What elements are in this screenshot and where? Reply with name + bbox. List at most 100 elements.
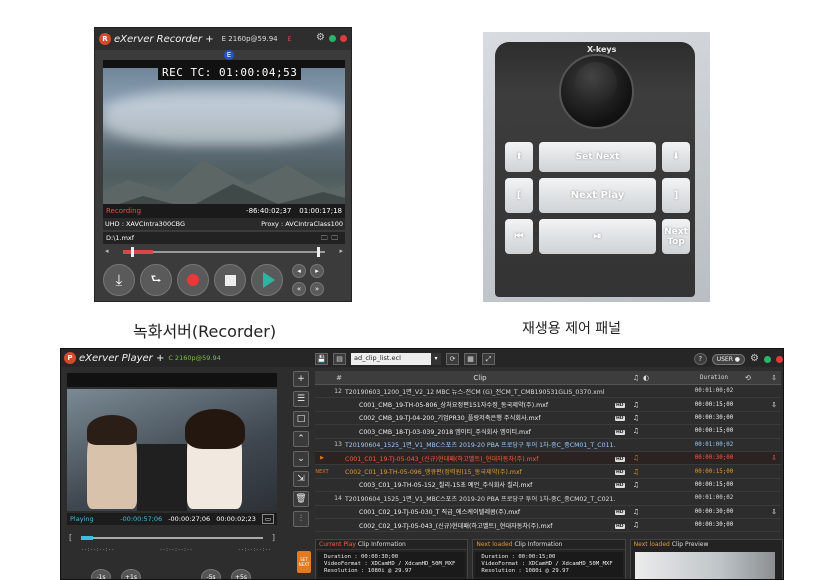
jog-knob[interactable]: [559, 54, 634, 129]
rec-file-path-field[interactable]: D:\1.mxf 🗀🗀: [103, 232, 345, 244]
row-num: 12: [334, 387, 342, 395]
move-up-button[interactable]: ⌃: [293, 431, 309, 447]
user-button[interactable]: USER ●: [711, 353, 746, 365]
row-marker: NEXT: [315, 468, 329, 475]
move-down-button[interactable]: ⌄: [293, 451, 309, 467]
player-scrub-bar[interactable]: [ ]: [67, 531, 277, 545]
table-row[interactable]: C001_C02_19-TJ-05-030_T 직급_에스케이텔레콤(주).mx…: [315, 506, 781, 519]
row-duration: 00:01:00;02: [694, 388, 734, 395]
rec-play-button[interactable]: [251, 264, 283, 296]
rec-forward-button[interactable]: »: [310, 282, 324, 296]
record-icon: [187, 274, 199, 286]
split-clip-button[interactable]: ⫶: [293, 511, 309, 527]
rec-scrub-bar[interactable]: ◂ ▸: [103, 247, 345, 257]
player-app-name: eXerver Player +: [79, 352, 165, 364]
music-note-icon: ♫: [632, 467, 640, 476]
jog-minus-5s-button[interactable]: -5s: [201, 569, 221, 579]
contrast-icon: ◐: [643, 373, 650, 382]
row-download-icon[interactable]: ⇩: [767, 401, 781, 409]
table-row[interactable]: C003_C01_19-TH-05-152_칠리-15초 예언_주식회사 칠리.…: [315, 479, 781, 493]
rec-transport: ⤓ ⮑ ◂ ▸ « »: [103, 264, 324, 296]
close-dot-icon[interactable]: [340, 34, 347, 42]
key-prev[interactable]: ⏮: [505, 219, 533, 254]
rec-rewind-button[interactable]: «: [292, 282, 306, 296]
key-down[interactable]: ⬇: [662, 142, 690, 172]
key-next-top[interactable]: Next Top: [662, 219, 690, 254]
playlist-icon[interactable]: ▤: [333, 353, 346, 365]
rec-split-button[interactable]: ⮑: [140, 264, 172, 296]
list-icon-button[interactable]: ☰: [293, 391, 309, 407]
next-clip-info: Next loaded Clip Information Duration : …: [472, 539, 626, 579]
rec-prev-button[interactable]: ◂: [292, 264, 306, 278]
col-num: #: [336, 373, 342, 382]
playlist-select[interactable]: ad_clip_list.ecl ▾: [351, 353, 441, 365]
player-jog-buttons: -1s +1s -5s +5s: [91, 569, 261, 579]
recorder-logo-icon: R: [99, 33, 111, 45]
table-row[interactable]: NEXT C002_C01_19-TH-05-096_맹큐편(정력원)15_동국제…: [315, 465, 781, 479]
player-close-dot-icon[interactable]: [776, 355, 783, 363]
row-clip: C002_C02_19-TJ-05-043_(신규)현대패(하고벨트)_현대자동…: [359, 522, 553, 530]
recorder-titlebar: R eXerver Recorder + E 2160p@59.94 E ⚙: [95, 28, 351, 50]
delete-button[interactable]: 🗑: [293, 491, 309, 507]
next-resolution: Resolution : 1080i @ 29.97: [481, 568, 569, 574]
key-bracket-left[interactable]: [: [505, 178, 533, 213]
hd-badge: HD: [615, 483, 625, 489]
folder-icon[interactable]: 🗀🗀: [321, 234, 342, 242]
jog-plus-1s-button[interactable]: +1s: [121, 569, 141, 579]
jog-minus-1s-button[interactable]: -1s: [91, 569, 111, 579]
player-rew-icon[interactable]: [: [69, 533, 72, 542]
key-up[interactable]: ⬆: [505, 142, 533, 172]
next-videoformat: VideoFormat : XDCamHD / XdcamHD_50M_MXF: [481, 561, 613, 567]
row-duration: 00:00:30;00: [694, 508, 734, 515]
refresh-icon[interactable]: ⟳: [446, 353, 459, 365]
fwd-small-icon[interactable]: ▸: [339, 247, 343, 255]
table-row[interactable]: 13 T20190604_1525_1면_V1_MBC스포츠 2019-20 PB…: [315, 439, 781, 452]
music-note-icon: ♫: [632, 454, 640, 463]
key-set-next[interactable]: Set Next: [539, 142, 656, 172]
row-download-icon[interactable]: ⇩: [767, 454, 781, 462]
add-clip-button[interactable]: +: [293, 371, 309, 387]
table-row[interactable]: C002_CMB_19-TJ-04-200_기업PR30_플랑저축은행 주식회사…: [315, 412, 781, 426]
help-icon[interactable]: ?: [693, 353, 707, 365]
recorder-window: R eXerver Recorder + E 2160p@59.94 E ⚙ R…: [94, 27, 352, 302]
table-row[interactable]: 14 T20190604_1525_1면_V1_MBC스포츠 2019-20 PB…: [315, 492, 781, 506]
table-row[interactable]: 12 T20190603_1200_1면_V2_12 MBC 뉴스-전CM (G)…: [315, 385, 781, 399]
rec-download-button[interactable]: ⤓: [103, 264, 135, 296]
playlist-table: # Clip ♫ ◐ Duration ⟲ ⇩ 12 T20190603_1200…: [315, 371, 781, 533]
player-tc-toggle[interactable]: ▭: [261, 514, 274, 524]
music-note-icon: ♫: [632, 427, 640, 436]
rec-record-button[interactable]: [177, 264, 209, 296]
rec-stop-button[interactable]: [214, 264, 246, 296]
save-icon[interactable]: 💾: [315, 353, 328, 365]
player-gear-icon[interactable]: ⚙: [750, 354, 759, 364]
key-bracket-right[interactable]: ]: [662, 178, 690, 213]
rec-proxy-label: Proxy : AVCIntraClass100: [261, 220, 343, 228]
key-play-pause[interactable]: ⏯: [539, 219, 656, 254]
table-row[interactable]: C003_CMB_18-TJ-03-039_2018 엠이티_주식회사 엠이티.…: [315, 425, 781, 439]
square-icon-button[interactable]: □: [293, 411, 309, 427]
jog-plus-5s-button[interactable]: +5s: [231, 569, 251, 579]
recorder-flag: E: [287, 35, 292, 43]
player-fwd-icon[interactable]: ]: [272, 533, 275, 542]
player-status-label: Playing: [70, 515, 94, 523]
recorder-video-preview: REC TC: 01:00:04;53: [103, 60, 345, 225]
player-minimize-dot-icon[interactable]: [764, 355, 771, 363]
rec-in-marker[interactable]: [131, 247, 134, 257]
table-row[interactable]: C001_CMB_19-TH-05-806_상처요정편151자수정_동국제약(주…: [315, 398, 781, 412]
table-row[interactable]: C002_C02_19-TJ-05-043_(신규)현대패(하고벨트)_현대자동…: [315, 519, 781, 533]
rec-next-button[interactable]: ▸: [310, 264, 324, 278]
rec-out-marker[interactable]: [317, 247, 320, 257]
hd-badge: HD: [615, 403, 625, 409]
music-note-icon: ♫: [632, 413, 640, 422]
table-row[interactable]: ▶ C001_C01_19-TJ-05-043_(신규)현대패(하고벨트)_현대자…: [315, 451, 781, 466]
rew-small-icon[interactable]: ◂: [105, 247, 109, 255]
fullscreen-icon[interactable]: ⤢: [482, 353, 495, 365]
minimize-dot-icon[interactable]: [329, 34, 336, 42]
import-button[interactable]: ⇲: [293, 471, 309, 487]
set-next-button[interactable]: SET NEXT: [297, 551, 311, 573]
document-icon[interactable]: ▦: [464, 353, 477, 365]
key-next-play[interactable]: Next Play: [539, 178, 656, 213]
music-note-icon: ♫: [632, 521, 640, 530]
gear-icon[interactable]: ⚙: [316, 33, 325, 43]
row-download-icon[interactable]: ⇩: [767, 508, 781, 516]
